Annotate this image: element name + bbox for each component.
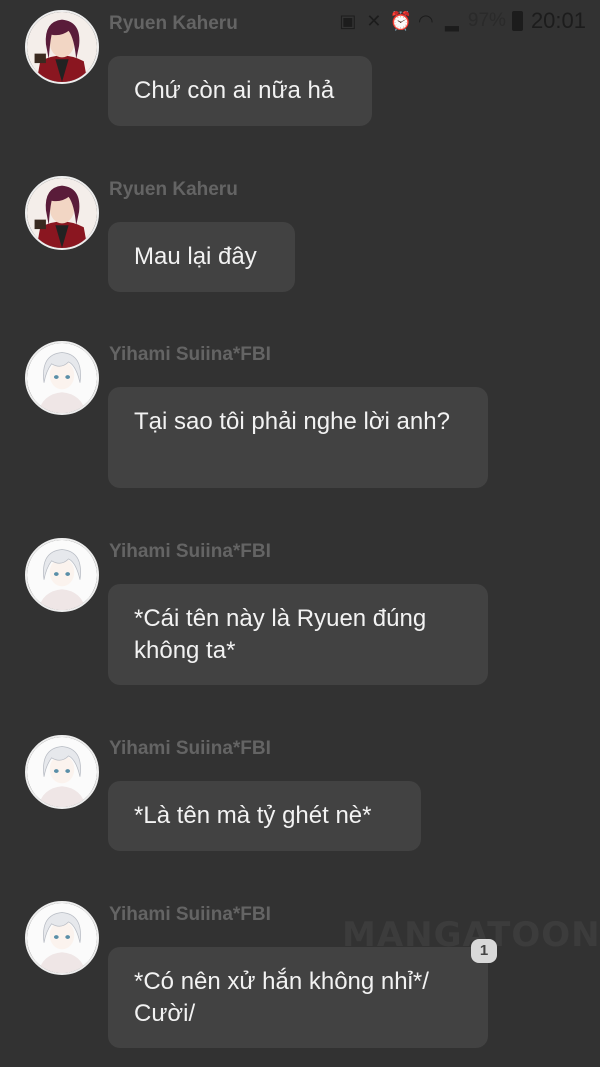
sender-name: Yihami Suiina*FBI: [109, 541, 271, 562]
message-text: Chứ còn ai nữa hả: [134, 77, 335, 104]
white-hair-character-avatar[interactable]: [25, 901, 99, 975]
mute-icon: ✕: [366, 11, 382, 31]
clock: 20:01: [530, 8, 586, 33]
red-hair-character-avatar[interactable]: [25, 176, 99, 250]
sender-name: Yihami Suiina*FBI: [109, 344, 271, 365]
signal-icon: ▂: [444, 11, 459, 31]
white-hair-character-avatar[interactable]: [25, 538, 99, 612]
message-bubble[interactable]: *Là tên mà tỷ ghét nè*: [108, 781, 421, 851]
message-bubble[interactable]: Mau lại đây: [108, 222, 295, 292]
message-text: Tại sao tôi phải nghe lời anh?: [134, 408, 450, 435]
battery-icon: [511, 11, 523, 31]
white-hair-character-avatar[interactable]: [25, 735, 99, 809]
sender-name: Yihami Suiina*FBI: [109, 738, 271, 759]
message-text: *Cái tên này là Ryuen đúng không ta*: [134, 605, 427, 664]
battery-percent: 97%: [467, 10, 506, 31]
sender-name: Yihami Suiina*FBI: [109, 904, 271, 925]
message-bubble[interactable]: *Cái tên này là Ryuen đúng không ta*: [108, 584, 488, 685]
red-hair-character-avatar[interactable]: [25, 10, 99, 84]
message-bubble[interactable]: Chứ còn ai nữa hả: [108, 56, 372, 126]
comment-count-badge[interactable]: 1: [471, 939, 497, 963]
message-text: *Có nên xử hắn không nhỉ*/ Cười/: [134, 968, 429, 1027]
sender-name: Ryuen Kaheru: [109, 179, 238, 200]
message-text: Mau lại đây: [134, 243, 257, 270]
white-hair-character-avatar[interactable]: [25, 341, 99, 415]
message-bubble[interactable]: Tại sao tôi phải nghe lời anh?: [108, 387, 488, 488]
message-bubble[interactable]: *Có nên xử hắn không nhỉ*/ Cười/: [108, 947, 488, 1048]
sender-name: Ryuen Kaheru: [109, 13, 238, 34]
notification-icon: ▣: [339, 11, 357, 31]
alarm-icon: ⏰: [389, 11, 413, 31]
wifi-icon: ◠: [418, 11, 434, 31]
message-text: *Là tên mà tỷ ghét nè*: [134, 802, 372, 829]
status-bar: ▣ ✕ ⏰ ◠ ▂ 97% 20:01: [338, 8, 586, 34]
